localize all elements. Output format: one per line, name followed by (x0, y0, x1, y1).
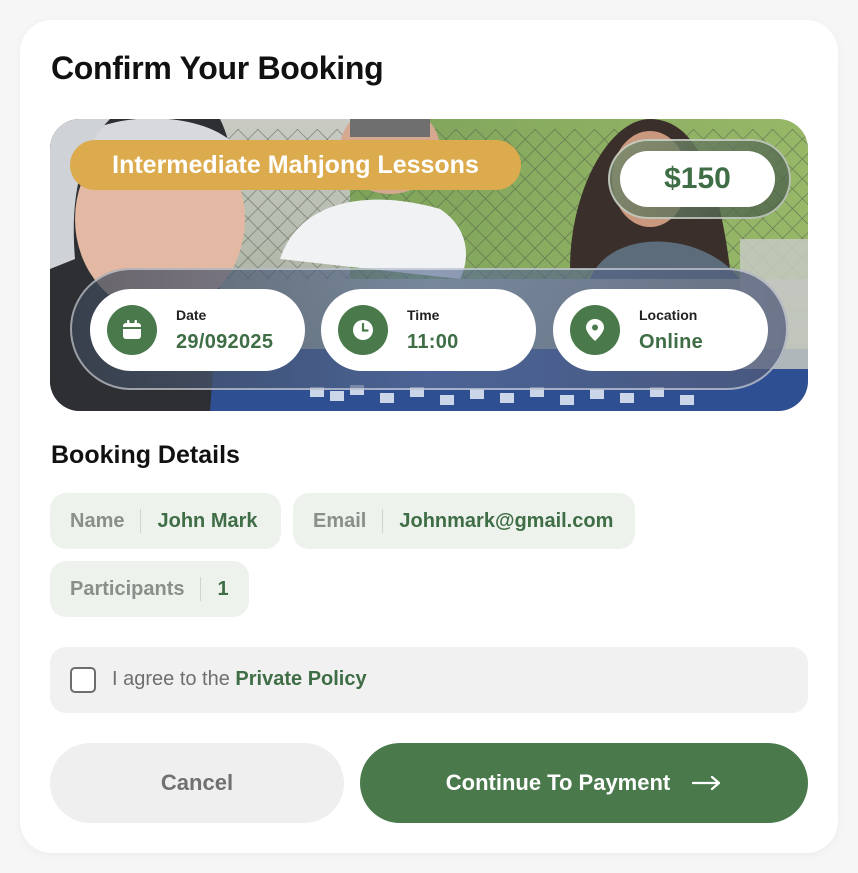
continue-button-label: Continue To Payment (445, 770, 671, 795)
date-info-card: Date 29/092025 (90, 289, 305, 371)
date-value: 29/092025 (176, 331, 274, 353)
location-value: Online (639, 331, 704, 353)
divider (200, 577, 202, 601)
continue-to-payment-button[interactable]: Continue To Payment (360, 743, 808, 823)
email-value: Johnmark@gmail.com (399, 509, 614, 532)
price-badge: $150 (620, 151, 775, 207)
booking-details-heading: Booking Details (51, 441, 240, 469)
arrow-right-icon (692, 775, 722, 791)
cancel-button-label: Cancel (160, 770, 234, 795)
course-title-badge: Intermediate Mahjong Lessons (70, 140, 521, 190)
calendar-icon (107, 305, 157, 355)
time-label: Time (407, 307, 440, 323)
date-label: Date (176, 307, 207, 323)
agreement-text: I agree to the Private Policy (112, 668, 367, 691)
participants-field: Participants 1 (50, 561, 249, 617)
participants-label: Participants (70, 577, 185, 600)
location-label: Location (639, 307, 698, 323)
name-field: Name John Mark (50, 493, 281, 549)
name-value: John Mark (157, 509, 258, 532)
time-info-card: Time 11:00 (321, 289, 536, 371)
page-title: Confirm Your Booking (51, 50, 384, 86)
private-policy-link[interactable]: Private Policy (235, 668, 366, 690)
time-value: 11:00 (407, 331, 459, 353)
agree-checkbox[interactable] (70, 667, 96, 693)
location-info-card: Location Online (553, 289, 768, 371)
divider (140, 509, 142, 533)
email-field: Email Johnmark@gmail.com (293, 493, 635, 549)
email-label: Email (313, 509, 367, 532)
cancel-button[interactable]: Cancel (50, 743, 344, 823)
agreement-prefix: I agree to the (112, 668, 236, 690)
participants-value: 1 (217, 577, 229, 600)
divider (382, 509, 384, 533)
policy-agreement-row: I agree to the Private Policy (50, 647, 808, 713)
name-label: Name (70, 509, 125, 532)
clock-icon (338, 305, 388, 355)
location-pin-icon (570, 305, 620, 355)
